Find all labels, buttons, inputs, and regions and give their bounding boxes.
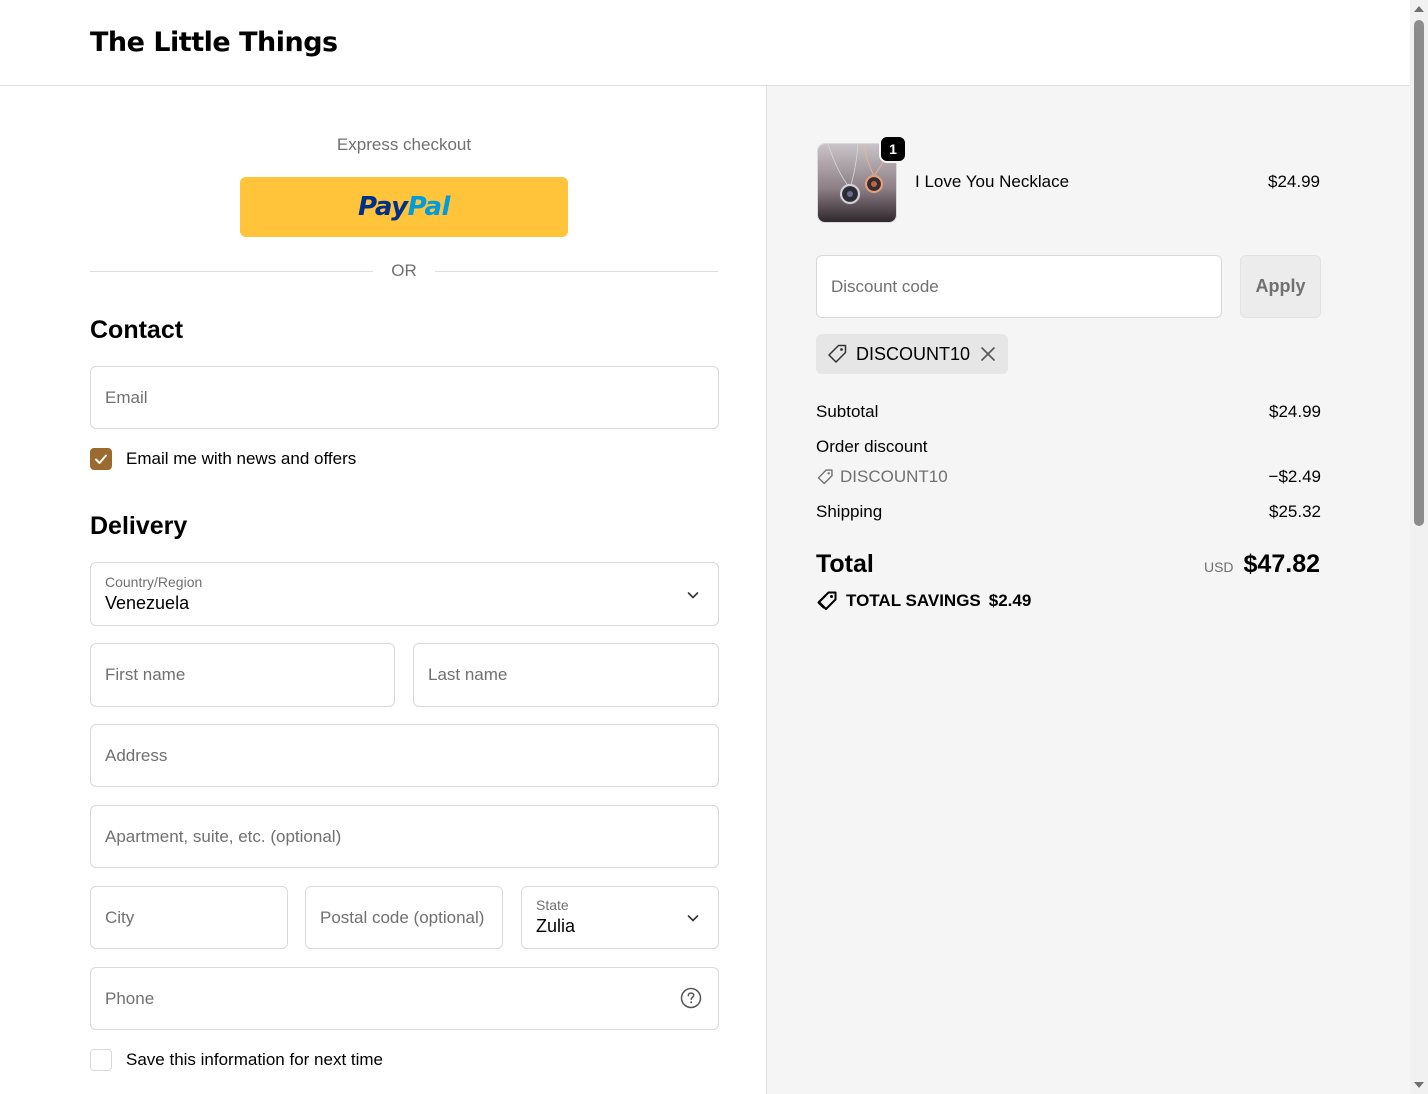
chevron-down-icon: [687, 915, 699, 922]
state-value: Zulia: [536, 916, 576, 936]
save-info-checkbox[interactable]: [90, 1049, 112, 1071]
savings-tag-icon: [817, 591, 837, 610]
country-label: Country/Region: [105, 574, 203, 590]
applied-discount-chip: DISCOUNT10: [816, 334, 1009, 374]
order-discount-code: DISCOUNT10: [816, 467, 948, 487]
order-discount-label: Order discount: [816, 437, 928, 456]
news-checkbox[interactable]: [90, 448, 112, 470]
discount-code-input[interactable]: [817, 256, 1221, 317]
tag-icon: [828, 344, 847, 363]
total-amount: USD $47.82: [1204, 550, 1320, 579]
header: The Little Things: [0, 0, 1410, 86]
delivery-title: Delivery: [90, 512, 188, 540]
subtotal-row: Subtotal $24.99: [816, 402, 1321, 422]
order-summary-panel: 1 I Love You Necklace $24.99 Apply DISCO…: [766, 86, 1410, 1094]
news-checkbox-label: Email me with news and offers: [126, 449, 357, 468]
product-name: I Love You Necklace: [915, 172, 1070, 191]
email-input[interactable]: [91, 367, 718, 428]
order-discount-value: −$2.49: [1268, 467, 1321, 486]
total-currency: USD: [1203, 559, 1234, 575]
total-value: $47.82: [1243, 550, 1320, 578]
phone-input[interactable]: [91, 968, 718, 1029]
brand-title[interactable]: The Little Things: [90, 27, 338, 58]
shipping-label: Shipping: [816, 502, 883, 521]
checkout-form-panel: Express checkout PayPal OR Contact Email…: [0, 86, 766, 1094]
product-price: $24.99: [1268, 172, 1320, 191]
savings-label: TOTAL SAVINGS: [846, 591, 981, 610]
first-name-input[interactable]: [91, 644, 394, 706]
scroll-up-arrow-icon[interactable]: [1414, 6, 1424, 12]
order-discount-code-text: DISCOUNT10: [840, 467, 948, 486]
last-name-field[interactable]: [413, 643, 719, 707]
paypal-logo: PayPal: [358, 192, 450, 222]
state-select[interactable]: State Zulia: [521, 886, 719, 949]
apply-button[interactable]: Apply: [1240, 255, 1321, 318]
shipping-row: Shipping $25.32: [816, 502, 1321, 522]
first-name-field[interactable]: [90, 643, 395, 707]
phone-field[interactable]: [90, 967, 719, 1030]
scroll-down-arrow-icon[interactable]: [1414, 1082, 1424, 1088]
subtotal-label: Subtotal: [816, 402, 879, 421]
apartment-field[interactable]: [90, 805, 719, 868]
apartment-input[interactable]: [91, 806, 718, 867]
help-circle-icon[interactable]: [680, 987, 702, 1009]
scroll-thumb[interactable]: [1414, 20, 1424, 526]
country-value: Venezuela: [105, 593, 190, 613]
state-label: State: [536, 897, 569, 913]
shipping-value: $25.32: [1269, 502, 1321, 521]
city-field[interactable]: [90, 886, 288, 949]
last-name-input[interactable]: [414, 644, 718, 706]
contact-title: Contact: [90, 316, 184, 344]
product-thumbnail-wrap: 1: [817, 135, 907, 223]
quantity-badge: 1: [879, 135, 907, 163]
remove-discount-icon[interactable]: [980, 346, 996, 362]
address-input[interactable]: [91, 725, 718, 786]
postal-code-field[interactable]: [305, 886, 503, 949]
chevron-down-icon: [687, 592, 699, 599]
paypal-button[interactable]: PayPal: [240, 177, 568, 237]
city-input[interactable]: [91, 887, 287, 948]
postal-code-input[interactable]: [306, 887, 502, 948]
discount-code-field[interactable]: [816, 255, 1222, 318]
page-scrollbar[interactable]: [1410, 0, 1428, 1094]
order-discount-row: Order discount: [816, 437, 1321, 457]
tag-icon: [817, 469, 833, 485]
total-savings: TOTAL SAVINGS $2.49: [816, 590, 1031, 612]
save-info-label: Save this information for next time: [126, 1050, 384, 1069]
country-select[interactable]: Country/Region Venezuela: [90, 562, 719, 626]
applied-discount-code: DISCOUNT10: [856, 343, 971, 364]
save-info-checkbox-row[interactable]: Save this information for next time: [90, 1049, 383, 1071]
total-label: Total: [816, 550, 874, 578]
express-checkout-label: Express checkout: [336, 135, 472, 154]
savings-value: $2.49: [988, 591, 1032, 610]
or-divider: OR: [90, 261, 718, 281]
address-field[interactable]: [90, 724, 719, 787]
subtotal-value: $24.99: [1269, 402, 1321, 421]
check-icon: [95, 454, 107, 464]
news-checkbox-row[interactable]: Email me with news and offers: [90, 448, 356, 470]
email-field[interactable]: [90, 366, 719, 429]
